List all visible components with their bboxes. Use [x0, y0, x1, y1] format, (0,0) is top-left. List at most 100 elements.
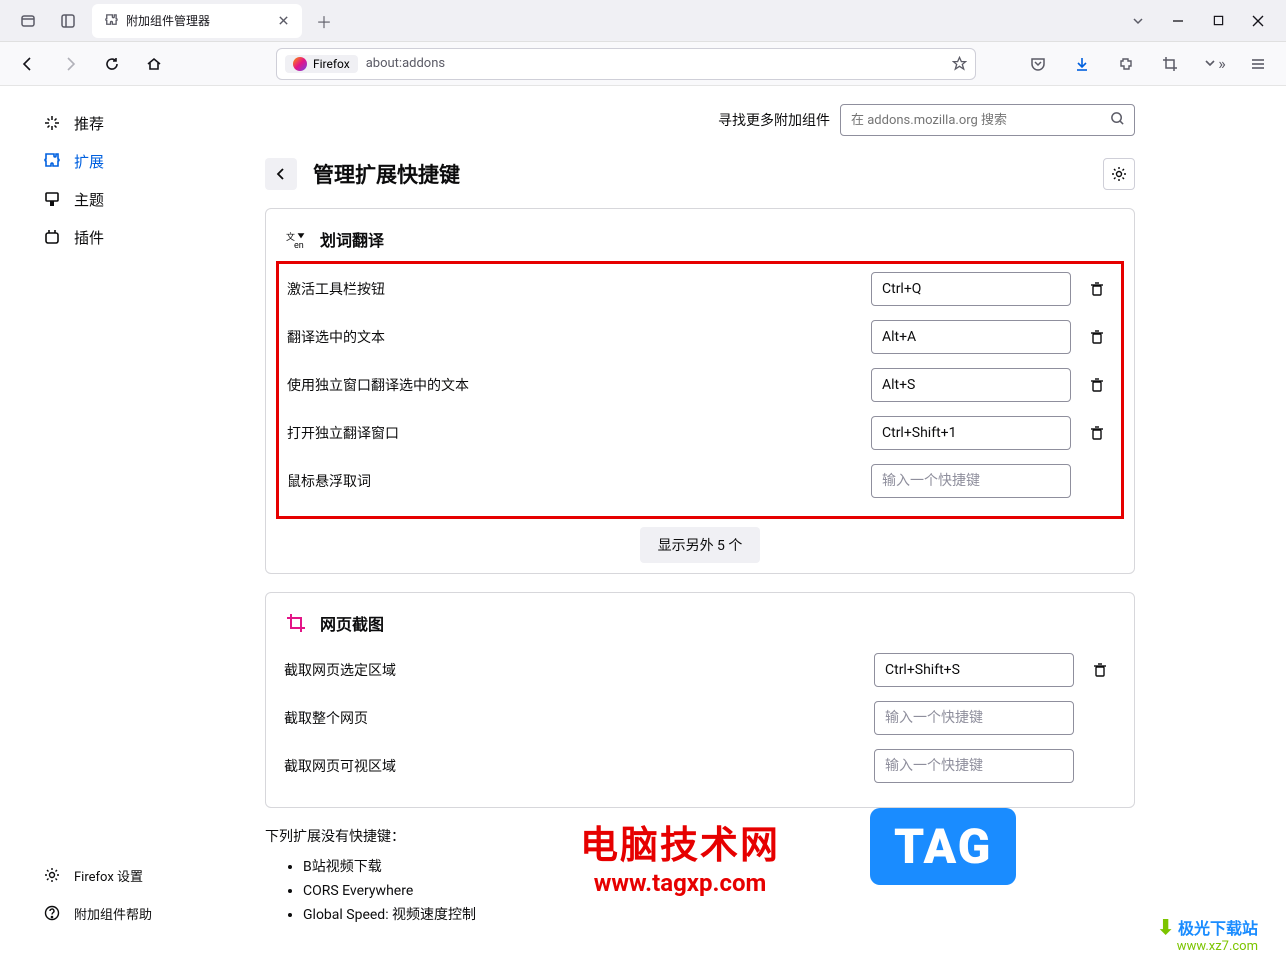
- sidebar-label: 推荐: [74, 113, 104, 134]
- back-button[interactable]: [12, 48, 44, 80]
- settings-button[interactable]: [1103, 158, 1135, 190]
- maximize-button[interactable]: [1202, 7, 1234, 35]
- shortcut-label: 翻译选中的文本: [287, 327, 871, 347]
- extension-card-screenshot: 网页截图 截取网页选定区域 截取整个网页 截取网页可视区域: [265, 592, 1135, 808]
- sidebar-item-settings[interactable]: Firefox 设置: [42, 856, 245, 894]
- show-more-row: 显示另外 5 个: [284, 527, 1116, 563]
- identity-pill[interactable]: Firefox: [285, 55, 358, 73]
- shortcut-input[interactable]: [871, 416, 1071, 450]
- sidebar-label: 附加组件帮助: [74, 904, 152, 923]
- shortcut-input[interactable]: [871, 320, 1071, 354]
- reload-button[interactable]: [96, 48, 128, 80]
- shortcut-input[interactable]: [871, 464, 1071, 498]
- trash-icon[interactable]: [1081, 321, 1113, 353]
- shortcut-label: 使用独立窗口翻译选中的文本: [287, 375, 871, 395]
- puzzle-icon: [42, 151, 62, 171]
- search-input[interactable]: [840, 104, 1135, 136]
- extensions-icon[interactable]: [1110, 48, 1142, 80]
- search-label: 寻找更多附加组件: [718, 110, 830, 130]
- trash-icon[interactable]: [1081, 417, 1113, 449]
- search-row: 寻找更多附加组件: [265, 86, 1135, 154]
- search-icon: [1110, 111, 1125, 126]
- sidebar-toggle-icon[interactable]: [52, 5, 84, 37]
- firefox-logo-icon: [293, 57, 307, 71]
- minimize-button[interactable]: [1162, 7, 1194, 35]
- sidebar-item-themes[interactable]: 主题: [42, 180, 245, 218]
- puzzle-icon: [102, 13, 118, 29]
- help-icon: [42, 903, 62, 923]
- sidebar-label: Firefox 设置: [74, 866, 143, 885]
- shortcut-input[interactable]: [874, 653, 1074, 687]
- tab-strip: 附加组件管理器 ＋: [0, 0, 338, 41]
- shortcut-label: 截取整个网页: [284, 708, 874, 728]
- download-icon[interactable]: [1066, 48, 1098, 80]
- extension-name: 划词翻译: [320, 227, 384, 251]
- extension-card-translate: 文en 划词翻译 激活工具栏按钮 翻译选中的文本 使用独立窗口翻译选中的文本: [265, 208, 1135, 574]
- sidebar-label: 扩展: [74, 151, 104, 172]
- window-close-button[interactable]: [1242, 7, 1274, 35]
- sidebar-item-help[interactable]: 附加组件帮助: [42, 894, 245, 932]
- back-button[interactable]: [265, 158, 297, 190]
- shortcut-input[interactable]: [874, 701, 1074, 735]
- shortcut-label: 激活工具栏按钮: [287, 279, 871, 299]
- watermark-text: 极光下载站: [1178, 915, 1258, 939]
- navbar: Firefox about:addons »: [0, 42, 1286, 86]
- home-button[interactable]: [138, 48, 170, 80]
- shortcut-row: 翻译选中的文本: [287, 320, 1113, 354]
- close-icon[interactable]: [274, 12, 292, 30]
- shortcut-row: 截取网页可视区域: [284, 749, 1116, 783]
- tab-title: 附加组件管理器: [126, 12, 266, 29]
- shortcut-row: 激活工具栏按钮: [287, 272, 1113, 306]
- sidebar-item-recommend[interactable]: 推荐: [42, 104, 245, 142]
- shortcut-row: 使用独立窗口翻译选中的文本: [287, 368, 1113, 402]
- sidebar-label: 主题: [74, 189, 104, 210]
- trash-icon[interactable]: [1081, 369, 1113, 401]
- app-menu-icon[interactable]: [1242, 48, 1274, 80]
- trash-icon[interactable]: [1081, 273, 1113, 305]
- new-tab-button[interactable]: ＋: [310, 7, 338, 35]
- right-toolbar: »: [1022, 48, 1274, 80]
- sidebar-item-plugins[interactable]: 插件: [42, 218, 245, 256]
- list-item: Global Speed: 视频速度控制: [303, 904, 1135, 928]
- translate-ext-icon: 文en: [284, 227, 308, 251]
- url-text: about:addons: [366, 56, 944, 71]
- watermark-url: www.xz7.com: [1157, 939, 1258, 954]
- window-controls: [1122, 7, 1286, 35]
- brush-icon: [42, 189, 62, 209]
- sidebar-item-extensions[interactable]: 扩展: [42, 142, 245, 180]
- shortcut-row: 打开独立翻译窗口: [287, 416, 1113, 450]
- shortcut-row: 截取整个网页: [284, 701, 1116, 735]
- shortcut-input[interactable]: [874, 749, 1074, 783]
- shortcut-row: 鼠标悬浮取词: [287, 464, 1113, 498]
- bookmark-star-icon[interactable]: [952, 56, 967, 71]
- plugin-icon: [42, 227, 62, 247]
- sidebar: 推荐 扩展 主题 插件 Firefox 设置 附加组件帮助: [0, 86, 245, 970]
- url-bar[interactable]: Firefox about:addons: [276, 48, 976, 80]
- sparkle-icon: [42, 113, 62, 133]
- highlight-box: 激活工具栏按钮 翻译选中的文本 使用独立窗口翻译选中的文本 打开独立翻译窗口: [276, 261, 1124, 519]
- recent-history-icon[interactable]: [12, 5, 44, 37]
- watermark-xz7: ⬇极光下载站 www.xz7.com: [1157, 915, 1258, 954]
- shortcut-input[interactable]: [871, 272, 1071, 306]
- pocket-icon[interactable]: [1022, 48, 1054, 80]
- watermark-text: 电脑技术网: [580, 814, 780, 869]
- shortcut-input[interactable]: [871, 368, 1071, 402]
- tag-badge: TAG: [870, 808, 1016, 885]
- titlebar: 附加组件管理器 ＋: [0, 0, 1286, 42]
- gear-icon: [42, 865, 62, 885]
- sidebar-label: 插件: [74, 227, 104, 248]
- page-title: 管理扩展快捷键: [313, 159, 1087, 189]
- forward-button[interactable]: [54, 48, 86, 80]
- identity-label: Firefox: [313, 57, 350, 71]
- shortcut-label: 截取网页选定区域: [284, 660, 874, 680]
- overflow-icon[interactable]: »: [1198, 48, 1230, 80]
- trash-icon[interactable]: [1084, 654, 1116, 686]
- shortcut-row: 截取网页选定区域: [284, 653, 1116, 687]
- download-arrow-icon: ⬇: [1157, 915, 1174, 939]
- watermark-tagxp: 电脑技术网 www.tagxp.com: [580, 814, 780, 897]
- chevron-down-icon[interactable]: [1122, 15, 1154, 27]
- shortcut-label: 截取网页可视区域: [284, 756, 874, 776]
- show-more-button[interactable]: 显示另外 5 个: [640, 527, 761, 563]
- browser-tab[interactable]: 附加组件管理器: [92, 4, 302, 38]
- crop-icon[interactable]: [1154, 48, 1186, 80]
